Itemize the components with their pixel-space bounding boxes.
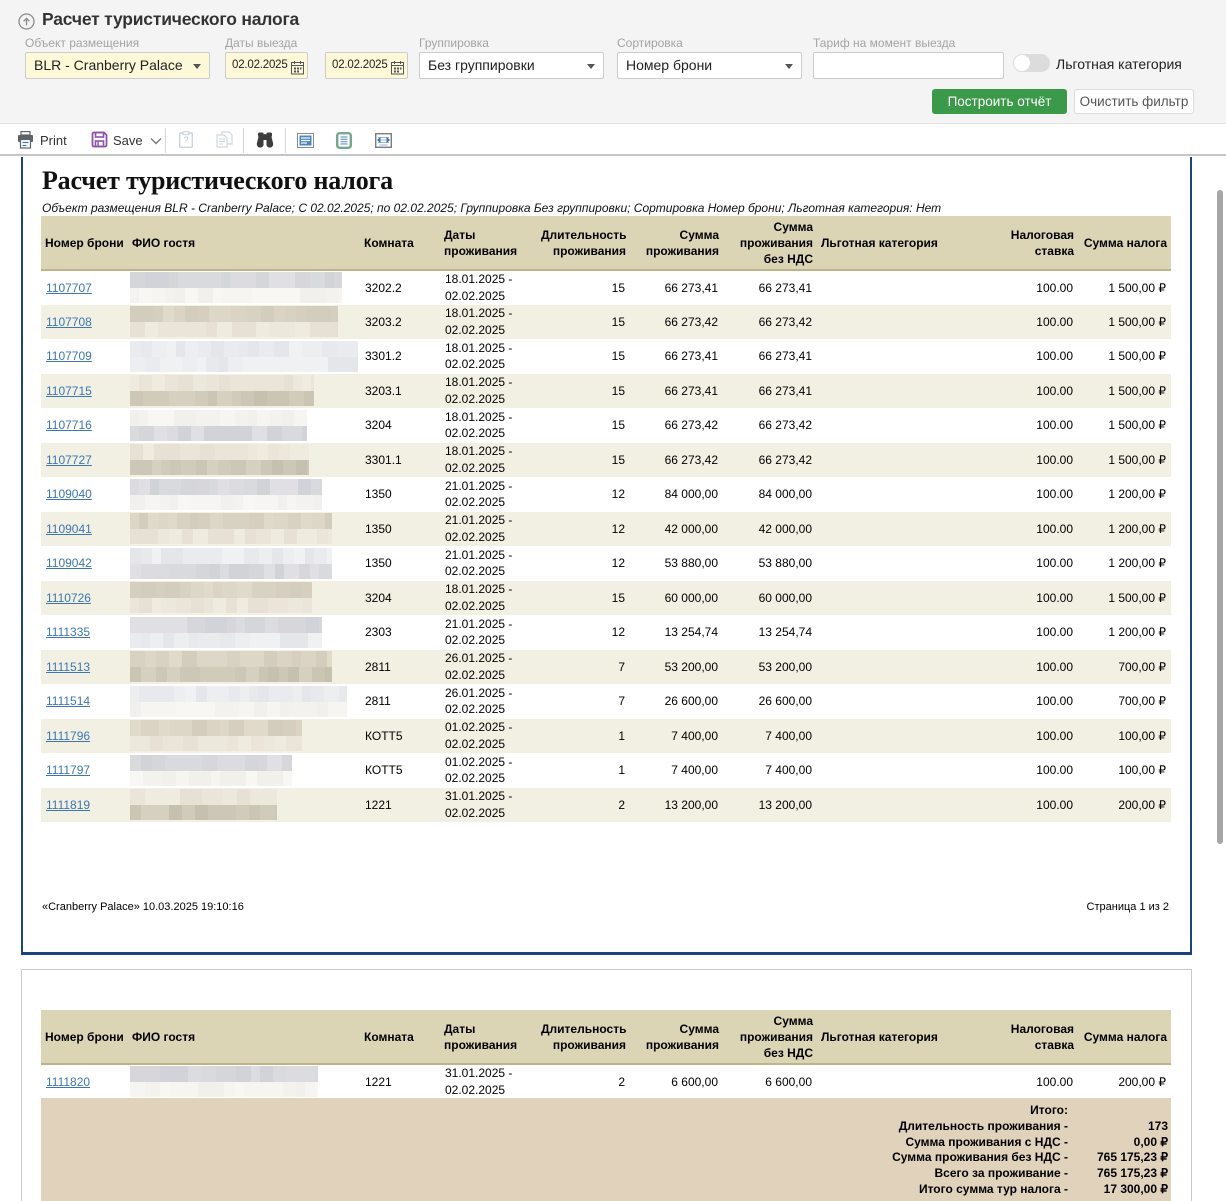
svg-text:?: ?	[183, 135, 188, 145]
